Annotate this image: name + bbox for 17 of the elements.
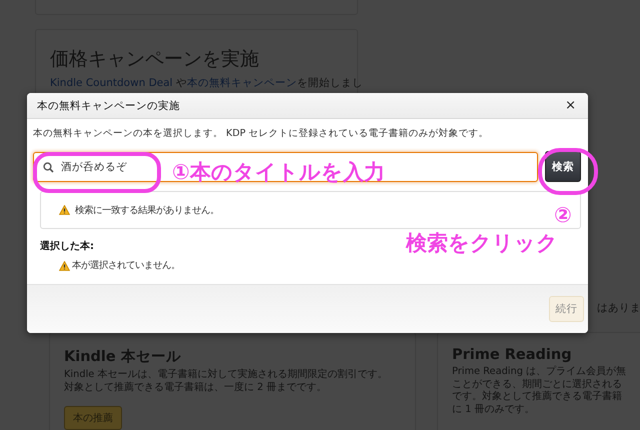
annotation-text: ①本のタイトルを入力 [172, 162, 385, 183]
recommend-button[interactable]: 本の推薦 [64, 406, 122, 430]
no-selection-message: 本が選択されていません。 [72, 259, 180, 272]
close-button[interactable]: × [563, 98, 578, 113]
free-campaign-link[interactable]: 本の無料キャンペーン [186, 77, 297, 89]
dialog-title: 本の無料キャンペーンの実施 [37, 98, 180, 112]
warning-icon [59, 205, 70, 215]
warning-icon [59, 260, 70, 270]
no-results-message: 検索に一致する結果がありません。 [75, 204, 219, 216]
search-icon [43, 162, 54, 172]
countdown-deal-link[interactable]: Kindle Countdown Deal [50, 77, 173, 89]
annotation-number: ② [554, 205, 572, 226]
selected-book-label: 選択した本: [40, 240, 94, 253]
annotation-text: 検索をクリック [406, 233, 558, 254]
instruction-text: 本の無料キャンペーンの本を選択します。 KDP セレクトに登録されている電子書籍のみが対象です。 [33, 127, 490, 140]
search-button[interactable]: 検索 [545, 151, 581, 182]
highlight-ring [538, 148, 598, 195]
